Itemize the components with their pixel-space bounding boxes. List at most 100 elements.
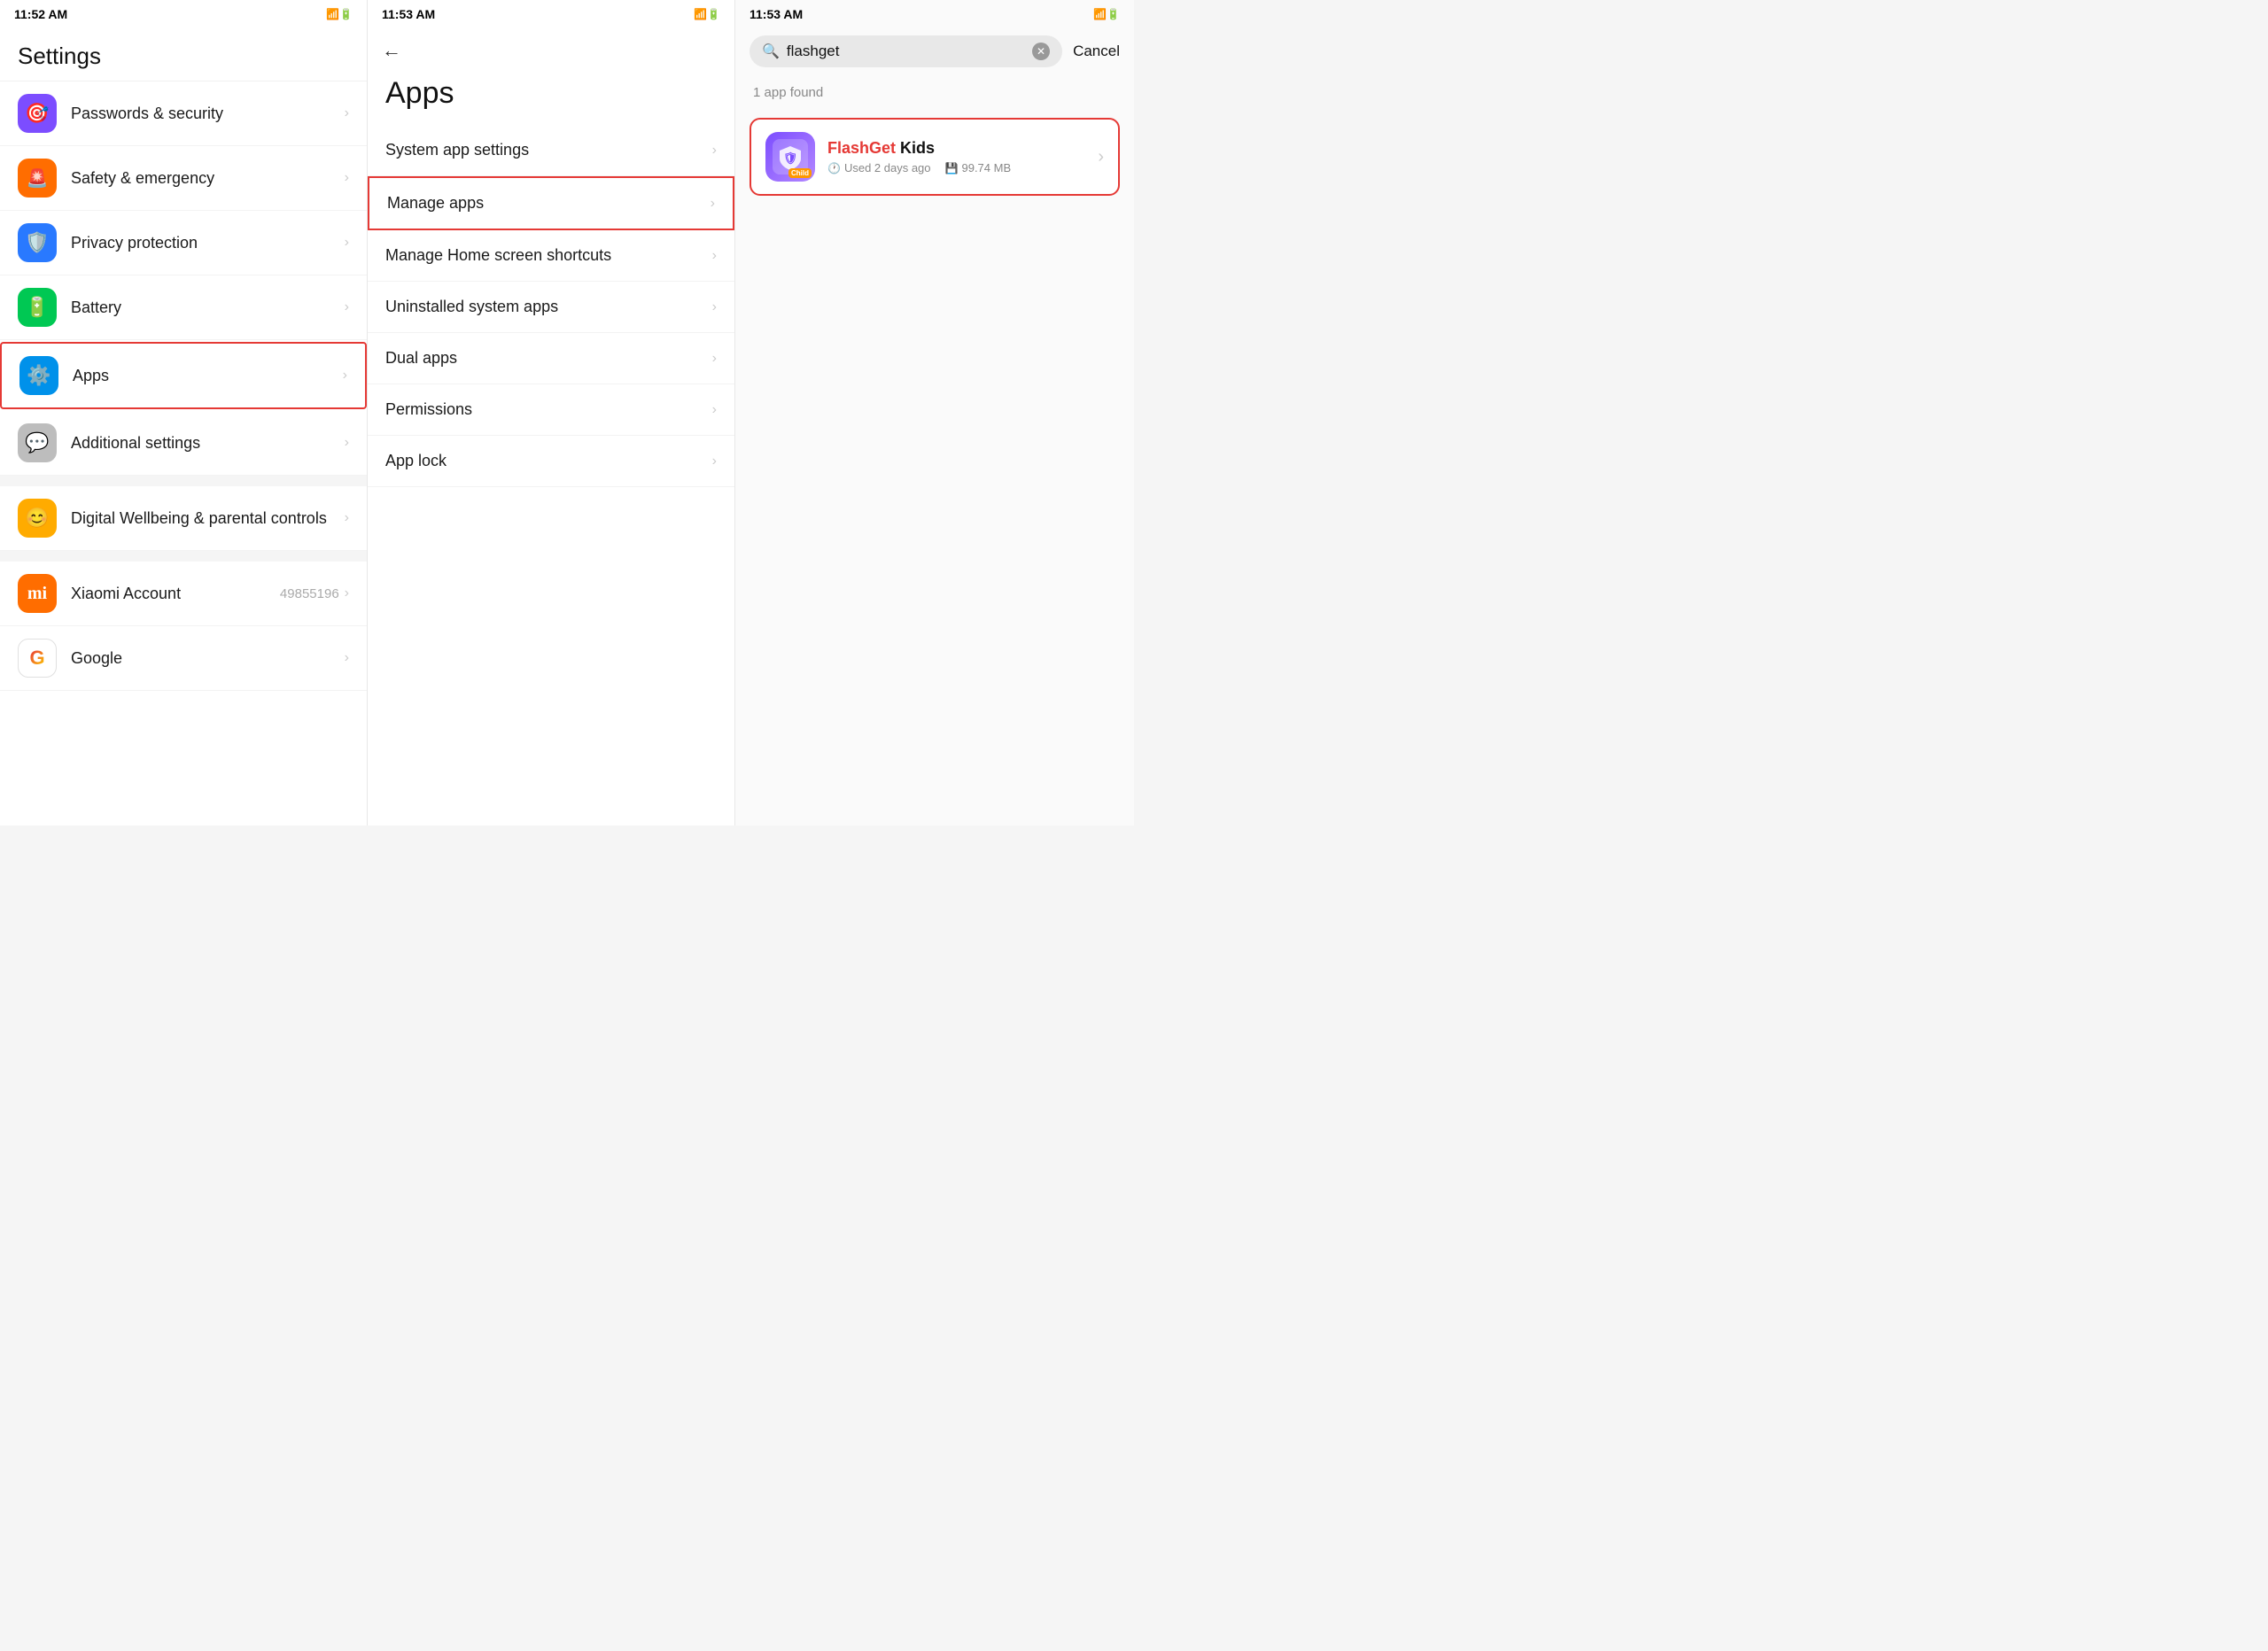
app-meta: 🕐 Used 2 days ago 💾 99.74 MB — [827, 161, 1098, 174]
privacy-label: Privacy protection — [71, 234, 345, 252]
chevron-icon: › — [345, 585, 349, 601]
chevron-icon: › — [345, 435, 349, 451]
chevron-icon: › — [345, 105, 349, 121]
apps-item-uninstalled-system[interactable]: Uninstalled system apps › — [368, 282, 734, 333]
settings-item-passwords[interactable]: 🎯 Passwords & security › — [0, 81, 367, 146]
status-bar-left: 11:52 AM 📶🔋 — [0, 0, 367, 28]
system-app-settings-label: System app settings — [385, 141, 712, 159]
apps-item-home-screen-shortcuts[interactable]: Manage Home screen shortcuts › — [368, 230, 734, 282]
search-panel: 11:53 AM 📶🔋 🔍 ✕ Cancel 1 app found 🛡 Chi… — [735, 0, 1134, 826]
search-input-wrap[interactable]: 🔍 ✕ — [750, 35, 1062, 67]
chevron-icon: › — [345, 235, 349, 251]
passwords-icon: 🎯 — [18, 94, 57, 133]
google-label: Google — [71, 649, 345, 668]
section-divider-2 — [0, 551, 367, 562]
app-name-rest: Kids — [896, 139, 935, 157]
back-button[interactable]: ← — [382, 35, 408, 66]
section-divider — [0, 476, 367, 486]
safety-label: Safety & emergency — [71, 169, 345, 188]
chevron-icon: › — [345, 170, 349, 186]
chevron-icon: › — [345, 510, 349, 526]
storage-icon: 💾 — [945, 162, 959, 174]
additional-label: Additional settings — [71, 434, 345, 453]
apps-list: System app settings › Manage apps › Mana… — [368, 125, 734, 826]
chevron-icon: › — [1098, 147, 1104, 167]
chevron-icon: › — [712, 453, 717, 469]
search-clear-button[interactable]: ✕ — [1032, 43, 1050, 60]
safety-icon: 🚨 — [18, 159, 57, 198]
search-icon: 🔍 — [762, 43, 780, 60]
app-info: FlashGet Kids 🕐 Used 2 days ago 💾 99.74 … — [827, 139, 1098, 174]
status-icons-left: 📶🔋 — [326, 8, 353, 20]
search-bar-row: 🔍 ✕ Cancel — [735, 28, 1134, 78]
apps-label: Apps — [73, 367, 343, 385]
settings-item-google[interactable]: G Google › — [0, 626, 367, 691]
app-name: FlashGet Kids — [827, 139, 1098, 158]
settings-panel: 11:52 AM 📶🔋 Settings 🎯 Passwords & secur… — [0, 0, 368, 826]
battery-icon: 🔋 — [18, 288, 57, 327]
search-input[interactable] — [787, 43, 1025, 60]
chevron-icon: › — [712, 143, 717, 159]
xiaomi-value: 49855196 — [280, 586, 339, 601]
wellbeing-label: Digital Wellbeing & parental controls — [71, 509, 345, 528]
settings-item-wellbeing[interactable]: 😊 Digital Wellbeing & parental controls … — [0, 486, 367, 551]
xiaomi-icon: mi — [18, 574, 57, 613]
apps-panel: 11:53 AM 📶🔋 ← Apps System app settings ›… — [368, 0, 735, 826]
settings-item-privacy[interactable]: 🛡️ Privacy protection › — [0, 211, 367, 275]
nav-bar: ← — [368, 28, 734, 69]
google-icon: G — [18, 639, 57, 678]
time-left: 11:52 AM — [14, 7, 67, 21]
app-result-card[interactable]: 🛡 Child FlashGet Kids 🕐 Used 2 days ago … — [750, 118, 1120, 196]
cancel-button[interactable]: Cancel — [1073, 43, 1120, 60]
settings-title: Settings — [0, 28, 367, 81]
apps-page-title: Apps — [368, 69, 734, 125]
privacy-icon: 🛡️ — [18, 223, 57, 262]
chevron-icon: › — [345, 650, 349, 666]
manage-apps-label: Manage apps — [387, 194, 711, 213]
permissions-label: Permissions — [385, 400, 712, 419]
app-size-label: 99.74 MB — [961, 161, 1011, 174]
additional-icon: 💬 — [18, 423, 57, 462]
settings-list: 🎯 Passwords & security › 🚨 Safety & emer… — [0, 81, 367, 826]
apps-icon: ⚙️ — [19, 356, 58, 395]
settings-item-additional[interactable]: 💬 Additional settings › — [0, 411, 367, 476]
apps-item-system-app-settings[interactable]: System app settings › — [368, 125, 734, 176]
chevron-icon: › — [345, 299, 349, 315]
chevron-icon: › — [343, 368, 347, 384]
uninstalled-system-label: Uninstalled system apps — [385, 298, 712, 316]
apps-item-dual-apps[interactable]: Dual apps › — [368, 333, 734, 384]
app-size: 💾 99.74 MB — [945, 161, 1012, 174]
app-icon: 🛡 Child — [765, 132, 815, 182]
time-right: 11:53 AM — [750, 7, 803, 21]
apps-item-manage-apps[interactable]: Manage apps › — [368, 176, 734, 230]
app-name-highlight: FlashGet — [827, 139, 896, 157]
xiaomi-label: Xiaomi Account — [71, 585, 280, 603]
status-bar-right: 11:53 AM 📶🔋 — [735, 0, 1134, 28]
time-middle: 11:53 AM — [382, 7, 435, 21]
app-badge: Child — [788, 168, 812, 178]
chevron-icon: › — [712, 299, 717, 315]
settings-item-xiaomi[interactable]: mi Xiaomi Account 49855196 › — [0, 562, 367, 626]
chevron-icon: › — [712, 402, 717, 418]
status-icons-middle: 📶🔋 — [694, 8, 720, 20]
chevron-icon: › — [711, 196, 715, 212]
wellbeing-icon: 😊 — [18, 499, 57, 538]
app-lock-label: App lock — [385, 452, 712, 470]
settings-item-apps[interactable]: ⚙️ Apps › — [0, 342, 367, 409]
status-icons-right: 📶🔋 — [1093, 8, 1120, 20]
passwords-label: Passwords & security — [71, 105, 345, 123]
apps-item-permissions[interactable]: Permissions › — [368, 384, 734, 436]
chevron-icon: › — [712, 351, 717, 367]
results-count: 1 app found — [735, 78, 1134, 111]
settings-item-battery[interactable]: 🔋 Battery › — [0, 275, 367, 340]
home-screen-shortcuts-label: Manage Home screen shortcuts — [385, 246, 712, 265]
settings-item-safety[interactable]: 🚨 Safety & emergency › — [0, 146, 367, 211]
clock-icon: 🕐 — [827, 162, 841, 174]
svg-text:🛡: 🛡 — [783, 151, 798, 165]
app-used: 🕐 Used 2 days ago — [827, 161, 931, 174]
chevron-icon: › — [712, 248, 717, 264]
app-used-label: Used 2 days ago — [844, 161, 931, 174]
battery-label: Battery — [71, 298, 345, 317]
apps-item-app-lock[interactable]: App lock › — [368, 436, 734, 487]
status-bar-middle: 11:53 AM 📶🔋 — [368, 0, 734, 28]
